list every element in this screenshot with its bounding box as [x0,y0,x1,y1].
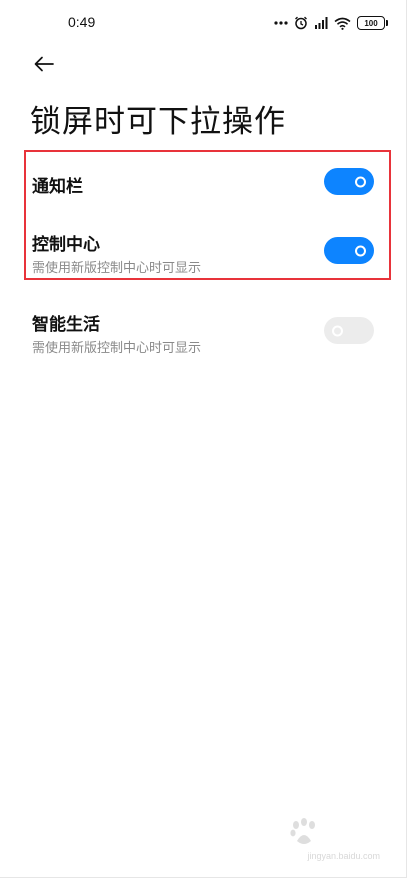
signal-icon [314,15,328,31]
page-title: 锁屏时可下拉操作 [30,104,286,140]
setting-description: 需使用新版控制中心时可显示 [32,341,202,356]
setting-label: 控制中心 [32,235,100,255]
setting-row-smart-life[interactable]: 智能生活 需使用新版控制中心时可显示 [0,302,407,358]
setting-label: 智能生活 [32,315,100,335]
watermark: jingyan.baidu.com [284,817,380,861]
setting-label: 通知栏 [32,177,83,197]
wifi-icon [334,15,351,31]
battery-icon: 100 [357,16,388,30]
baidu-paw-logo [290,818,315,844]
toggle-notification-bar[interactable] [324,168,374,195]
more-dots-icon [274,15,288,31]
toggle-knob [355,176,366,187]
toggle-smart-life[interactable] [324,317,374,344]
toggle-knob [332,325,343,336]
alarm-icon [294,15,308,31]
toggle-knob [355,245,366,256]
setting-row-notification-bar[interactable]: 通知栏 [0,158,407,208]
watermark-text: jingyan.baidu.com [307,851,380,861]
status-icons: 100 [274,14,388,32]
back-arrow-icon [34,56,54,72]
back-button[interactable] [28,50,60,78]
status-bar: 0:49 100 [0,0,407,46]
toggle-control-center[interactable] [324,237,374,264]
setting-row-control-center[interactable]: 控制中心 需使用新版控制中心时可显示 [0,222,407,278]
status-time: 0:49 [68,14,96,30]
setting-description: 需使用新版控制中心时可显示 [32,261,202,276]
